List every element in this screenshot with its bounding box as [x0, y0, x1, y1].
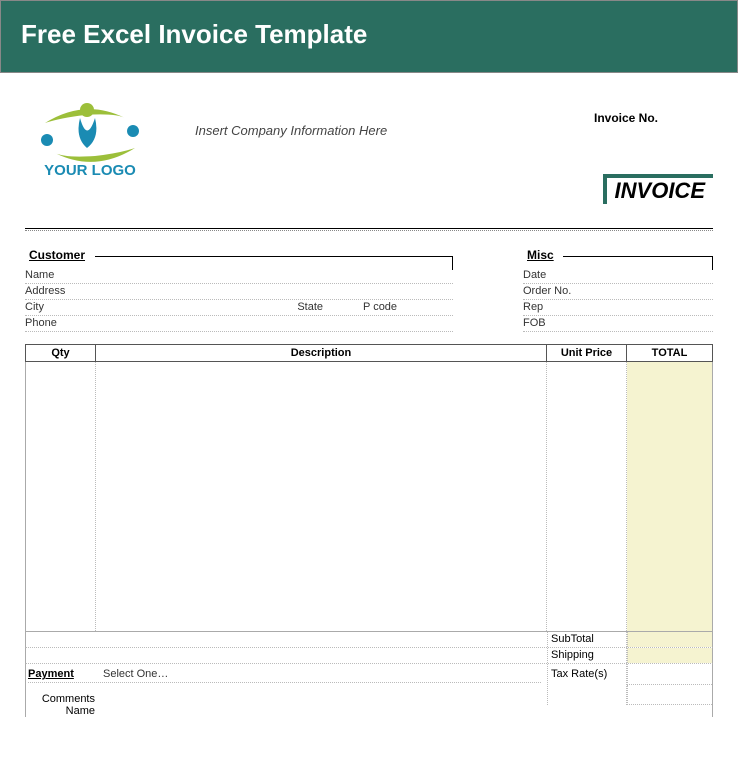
header-bar: Free Excel Invoice Template — [0, 0, 738, 73]
comments-label: Comments — [28, 693, 103, 705]
subtotal-row: SubTotal — [25, 632, 713, 648]
orderno-label: Order No. — [523, 285, 583, 297]
misc-date-row[interactable]: Date — [523, 268, 713, 284]
address-label: Address — [25, 285, 80, 297]
table-header: Qty Description Unit Price TOTAL — [25, 344, 713, 362]
invoice-label: INVOICE — [603, 174, 713, 204]
tax-rates-values[interactable] — [627, 664, 712, 705]
customer-name-row[interactable]: Name — [25, 268, 453, 284]
state-label: State — [297, 301, 323, 313]
subtotal-label: SubTotal — [547, 632, 627, 647]
tax-rates-label: Tax Rate(s) — [547, 664, 627, 705]
divider — [25, 228, 713, 231]
fob-label: FOB — [523, 317, 583, 329]
customer-heading: Customer — [27, 248, 87, 262]
payment-row: Payment Select One… — [28, 668, 541, 683]
payment-label: Payment — [28, 668, 103, 680]
col-total-header: TOTAL — [627, 345, 712, 361]
comments-row: Comments — [28, 693, 541, 705]
misc-heading: Misc — [525, 248, 556, 262]
shipping-value — [627, 648, 712, 663]
name-row: Name — [25, 705, 713, 717]
subtotal-value — [627, 632, 712, 647]
col-qty-header: Qty — [26, 345, 96, 361]
line-items-table: Qty Description Unit Price TOTAL SubTota… — [25, 344, 713, 717]
shipping-label: Shipping — [547, 648, 627, 663]
phone-label: Phone — [25, 317, 80, 329]
table-body[interactable] — [25, 362, 713, 632]
misc-rep-row[interactable]: Rep — [523, 300, 713, 316]
company-info-placeholder[interactable]: Insert Company Information Here — [195, 123, 387, 138]
payment-select[interactable]: Select One… — [103, 668, 168, 680]
logo-text: YOUR LOGO — [44, 162, 136, 179]
customer-city-row[interactable]: City State P code — [25, 300, 453, 316]
name-sublabel: Name — [28, 705, 103, 717]
invoice-banner: INVOICE — [25, 196, 713, 226]
name-label: Name — [25, 269, 80, 281]
misc-section: Misc Date Order No. Rep FOB — [523, 256, 713, 332]
city-label: City — [25, 301, 80, 313]
customer-address-row[interactable]: Address — [25, 284, 453, 300]
pcode-label: P code — [363, 301, 453, 313]
invoice-page: YOUR LOGO Insert Company Information Her… — [0, 73, 738, 717]
misc-fob-row[interactable]: FOB — [523, 316, 713, 332]
shipping-row: Shipping — [25, 648, 713, 664]
col-price-header: Unit Price — [547, 345, 627, 361]
invoice-no-label: Invoice No. — [594, 111, 658, 125]
company-logo: YOUR LOGO — [25, 93, 155, 183]
header-title: Free Excel Invoice Template — [21, 19, 367, 49]
bottom-area: Payment Select One… Comments Tax Rate(s) — [25, 664, 713, 705]
misc-orderno-row[interactable]: Order No. — [523, 284, 713, 300]
customer-section: Customer Name Address City State P code … — [25, 256, 453, 332]
info-row: Customer Name Address City State P code … — [25, 256, 713, 332]
col-desc-header: Description — [96, 345, 547, 361]
customer-phone-row[interactable]: Phone — [25, 316, 453, 332]
rep-label: Rep — [523, 301, 583, 313]
date-label: Date — [523, 269, 583, 281]
